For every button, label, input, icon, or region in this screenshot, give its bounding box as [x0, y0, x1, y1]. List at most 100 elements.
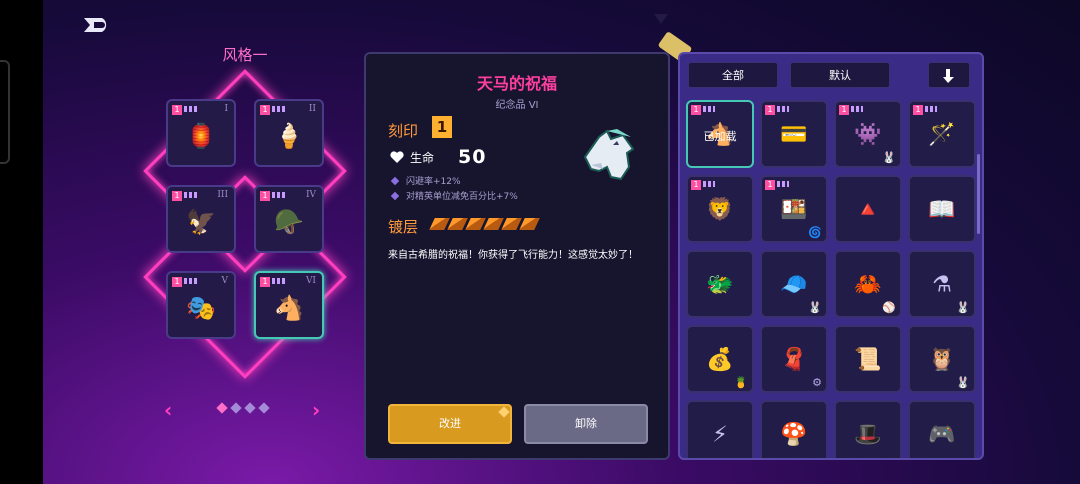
inventory-panel: 全部 默认 1 🐴 已加载 1 💳 1 👾 🐰 1 🪄 1 🦁 1 🍱 🌀 🔺 📖 🐲 🧢 🐰 🦀 ⚾ ⚗ 🐰 💰 🍍 🧣 ⚙ 📜 🦉 🐰 ⚡… [678, 52, 984, 460]
hat-icon: 🎩 [854, 422, 882, 448]
dragon-head-icon: 🐲 [706, 272, 734, 298]
red-tray-icon: 🍱 [780, 197, 808, 223]
level-badge: 1 [260, 105, 270, 115]
plating-pip-icon [519, 218, 540, 230]
inventory-grid: 1 🐴 已加载 1 💳 1 👾 🐰 1 🪄 1 🦁 1 🍱 🌀 🔺 📖 🐲 🧢 🐰 🦀 ⚾ ⚗ 🐰 💰 🍍 🧣 ⚙ 📜 🦉 🐰 ⚡ 🍄 🎩 🎮 [686, 100, 976, 458]
page-dot[interactable] [216, 402, 228, 414]
sort-down-icon[interactable] [928, 62, 970, 88]
loadout-slot[interactable]: 1 III 🦅 [166, 185, 236, 253]
level-badge: 1 [691, 105, 701, 115]
slot-number: I [224, 104, 228, 114]
rarity-dots-icon [272, 278, 286, 284]
rarity-dots-icon [184, 278, 198, 284]
stat-text: 闪避率+12% [406, 177, 461, 187]
crab-icon: 🦀 [854, 272, 882, 298]
loadout-slot[interactable]: 1 II 🍦 [254, 99, 324, 167]
inventory-item[interactable]: 1 🍱 🌀 [760, 175, 828, 243]
inventory-item[interactable]: 1 👾 🐰 [834, 100, 902, 168]
inventory-item[interactable]: 🐲 [686, 250, 754, 318]
inventory-item[interactable]: 🧢 🐰 [760, 250, 828, 318]
level-badge: 1 [691, 180, 701, 190]
lightning-icon: ⚡ [712, 422, 728, 448]
magic-wand-icon: 🪄 [928, 122, 956, 148]
rarity-dots-icon [184, 106, 198, 112]
inventory-item[interactable]: 1 🐴 已加载 [686, 100, 754, 168]
plating-pips [429, 218, 540, 230]
level-badge: 1 [260, 191, 270, 201]
level-badge: 1 [172, 105, 182, 115]
rarity-dots-icon [703, 181, 715, 187]
set-tag-icon: 🌀 [808, 226, 822, 239]
inventory-item[interactable]: 🧣 ⚙ [760, 325, 828, 393]
page-indicator [216, 402, 270, 414]
mask-icon: 🎭 [186, 293, 216, 322]
inventory-scrollbar[interactable] [977, 154, 980, 234]
hp-label: 生命 [410, 150, 435, 165]
remove-button[interactable]: 卸除 [524, 404, 648, 444]
sort-default-button[interactable]: 默认 [790, 62, 890, 88]
item-description: 来自古希腊的祝福！你获得了飞行能力！这感觉太妙了！ [388, 250, 638, 261]
level-badge: 1 [765, 105, 775, 115]
left-edge-bar [0, 0, 43, 484]
hp-row: 生命 50 [390, 146, 486, 168]
loadout-slot[interactable]: 1 V 🎭 [166, 271, 236, 339]
level-badge: 1 [913, 105, 923, 115]
stat-line: 对精英单位减免百分比+7% [390, 189, 518, 202]
page-dot[interactable] [258, 402, 270, 414]
inventory-item[interactable]: ⚡ [686, 400, 754, 458]
pegasus-icon [574, 124, 642, 188]
inventory-item[interactable]: 🔺 [834, 175, 902, 243]
level-badge: 1 [765, 180, 775, 190]
scarf-icon: 🧣 [780, 347, 808, 373]
triangle-eye-icon: 🔺 [854, 197, 882, 223]
loadout-slot[interactable]: 1 VI 🐴 [254, 271, 324, 339]
inventory-item[interactable]: 🦉 🐰 [908, 325, 976, 393]
back-arrow-icon[interactable] [80, 14, 114, 36]
slot-number: VI [305, 276, 316, 286]
set-tag-icon: 🍍 [734, 376, 748, 389]
item-detail-panel: 天马的祝福 纪念品 VI 刻印 1 生命 50 闪避率+12% 对精英单位减免百… [364, 52, 670, 460]
winged-emblem-icon: 🦅 [186, 207, 216, 236]
inventory-item[interactable]: 📖 [908, 175, 976, 243]
inventory-item[interactable]: 🎩 [834, 400, 902, 458]
inventory-item[interactable]: 1 🪄 [908, 100, 976, 168]
item-name: 天马的祝福 [476, 74, 557, 93]
level-badge: 1 [839, 105, 849, 115]
visor-helmet-icon: 🪖 [274, 207, 304, 236]
inventory-item[interactable]: 📜 [834, 325, 902, 393]
set-tag-icon: ⚙ [812, 376, 822, 389]
improve-label: 改进 [439, 417, 461, 430]
notify-diamond-icon [498, 406, 510, 418]
page-prev-button[interactable]: ‹ [164, 398, 172, 422]
rarity-dots-icon [777, 106, 789, 112]
cap-icon: 🧢 [780, 272, 808, 298]
imprint-value: 1 [432, 116, 452, 138]
inventory-item[interactable]: 1 🦁 [686, 175, 754, 243]
stat-line: 闪避率+12% [390, 174, 461, 187]
scroll-icon: 📜 [854, 347, 882, 373]
loadout-slot[interactable]: 1 IV 🪖 [254, 185, 324, 253]
edge-notch [0, 60, 10, 164]
slot-number: II [308, 104, 316, 114]
filter-all-button[interactable]: 全部 [688, 62, 778, 88]
page-dot[interactable] [230, 402, 242, 414]
slot-number: IV [305, 190, 316, 200]
lion-shield-icon: 🦁 [706, 197, 734, 223]
inventory-item[interactable]: ⚗ 🐰 [908, 250, 976, 318]
level-badge: 1 [172, 191, 182, 201]
page-dot[interactable] [244, 402, 256, 414]
rarity-dots-icon [851, 106, 863, 112]
page-next-button[interactable]: › [312, 398, 320, 422]
top-marker-icon [654, 14, 668, 24]
inventory-item[interactable]: 💰 🍍 [686, 325, 754, 393]
plating-label: 镀层 [388, 218, 419, 236]
inventory-item[interactable]: 1 💳 [760, 100, 828, 168]
improve-button[interactable]: 改进 [388, 404, 512, 444]
inventory-item[interactable]: 🎮 [908, 400, 976, 458]
inventory-item[interactable]: 🦀 ⚾ [834, 250, 902, 318]
level-badge: 1 [172, 277, 182, 287]
inventory-item[interactable]: 🍄 [760, 400, 828, 458]
set-tag-icon: 🐰 [882, 151, 896, 164]
pegasus-icon: 🐴 [274, 293, 304, 322]
loadout-slot[interactable]: 1 I 🏮 [166, 99, 236, 167]
